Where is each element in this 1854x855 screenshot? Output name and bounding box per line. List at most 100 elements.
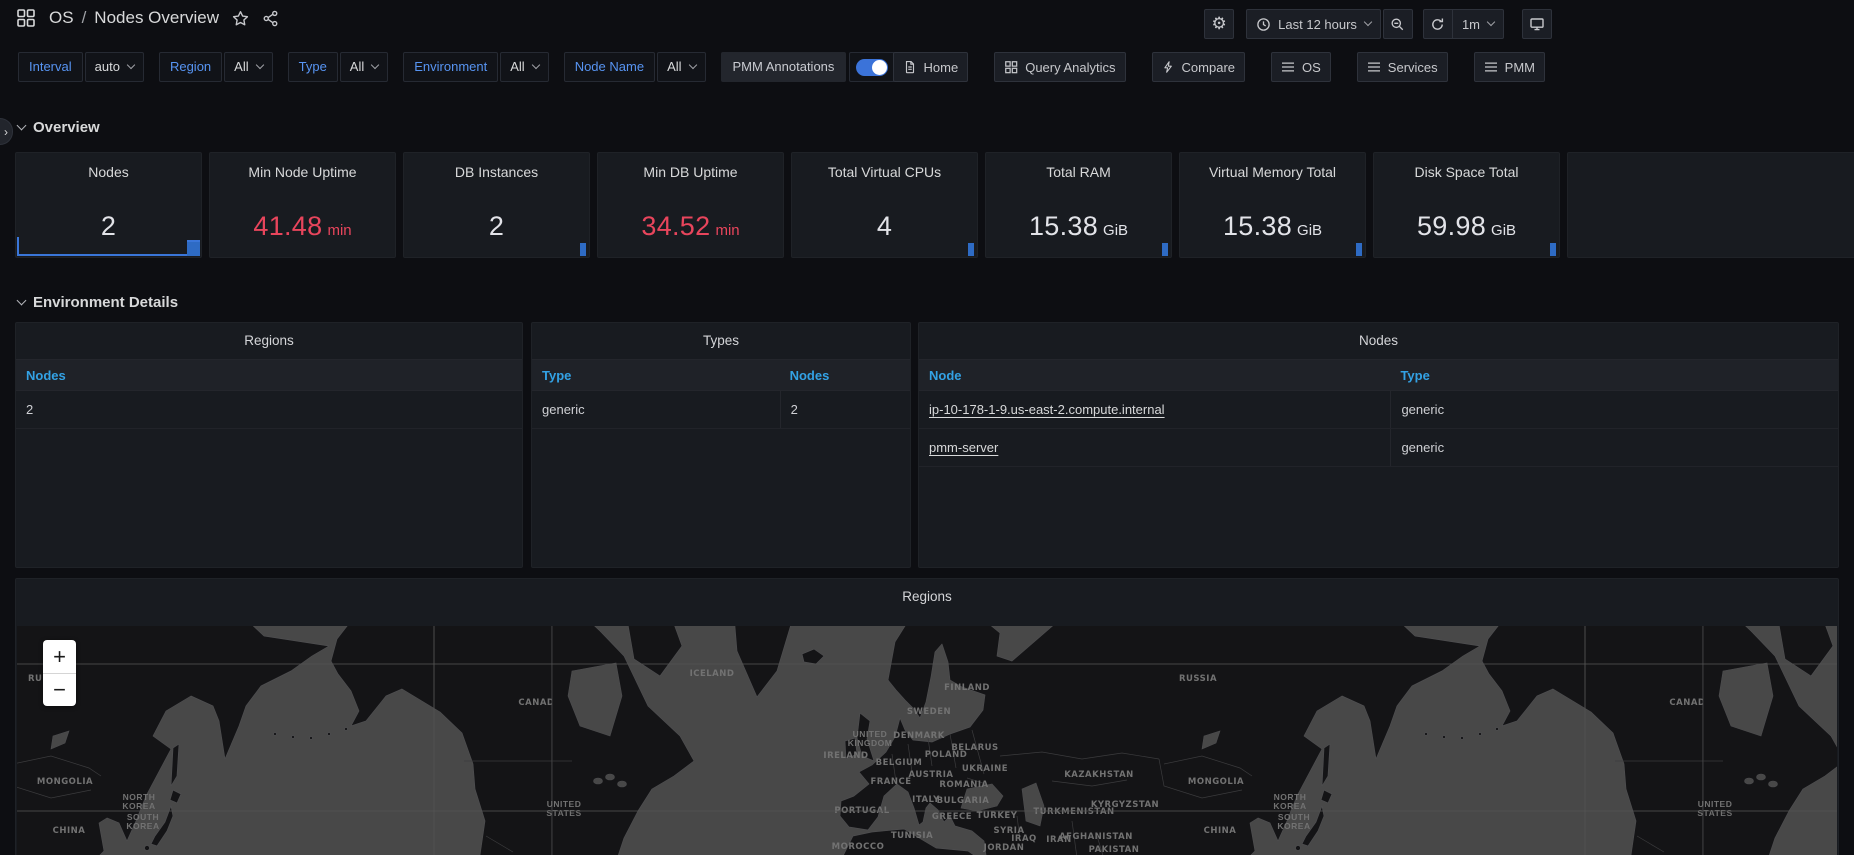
column-header[interactable]: Node bbox=[919, 368, 1390, 383]
cycle-view-mode-button[interactable] bbox=[1522, 9, 1552, 39]
monitor-icon bbox=[1529, 16, 1545, 32]
filter-type: Type All bbox=[288, 52, 389, 82]
section-environment-details[interactable]: Environment Details bbox=[18, 287, 178, 317]
filter-interval: Interval auto bbox=[18, 52, 144, 82]
filter-label: Region bbox=[159, 52, 222, 82]
stat-panel-min-node-uptime: Min Node Uptime 41.48min bbox=[209, 152, 396, 258]
map-panel-regions: Regions bbox=[15, 578, 1839, 855]
breadcrumb-dashboard-title[interactable]: Nodes Overview bbox=[94, 8, 219, 28]
interval-dropdown[interactable]: auto bbox=[85, 52, 144, 82]
world-map-canvas[interactable]: RUSSIAKAZAKHSTANKYRGYZSTANTURKMENISTANAF… bbox=[17, 626, 1837, 855]
node-link[interactable]: pmm-server bbox=[929, 440, 998, 455]
refresh-button[interactable] bbox=[1423, 9, 1453, 39]
environment-dropdown[interactable]: All bbox=[500, 52, 548, 82]
panel-title[interactable]: Total RAM bbox=[986, 164, 1171, 180]
column-header[interactable]: Nodes bbox=[780, 368, 910, 383]
table-header-row: Type Nodes bbox=[532, 359, 910, 391]
link-os[interactable]: OS bbox=[1271, 52, 1331, 82]
panel-title[interactable]: DB Instances bbox=[404, 164, 589, 180]
panel-title[interactable]: Nodes bbox=[919, 323, 1838, 359]
table-row: pmm-server generic bbox=[919, 429, 1838, 467]
time-range-picker[interactable]: Last 12 hours bbox=[1246, 9, 1381, 39]
zoom-in-button[interactable]: + bbox=[43, 640, 76, 673]
panel-title[interactable]: Min Node Uptime bbox=[210, 164, 395, 180]
panel-title[interactable]: Types bbox=[532, 323, 910, 359]
panel-title[interactable]: Regions bbox=[16, 323, 522, 359]
breadcrumb-folder[interactable]: OS bbox=[49, 8, 74, 28]
table-cell: 2 bbox=[780, 391, 910, 428]
chevron-down-icon bbox=[17, 295, 27, 305]
link-query-analytics[interactable]: Query Analytics bbox=[994, 52, 1125, 82]
panel-title[interactable]: Regions bbox=[16, 579, 1838, 615]
refresh-interval-dropdown[interactable]: 1m bbox=[1453, 9, 1504, 39]
time-range-label: Last 12 hours bbox=[1278, 17, 1357, 32]
chevron-down-icon bbox=[688, 61, 696, 69]
share-icon[interactable] bbox=[262, 10, 279, 27]
table-cell: ip-10-178-1-9.us-east-2.compute.internal bbox=[919, 391, 1390, 428]
dashboard-links: Home Query Analytics Compare OS bbox=[893, 52, 1545, 82]
table-cell: 2 bbox=[16, 391, 522, 428]
region-dropdown[interactable]: All bbox=[224, 52, 272, 82]
toggle-switch bbox=[856, 59, 888, 76]
node-link[interactable]: ip-10-178-1-9.us-east-2.compute.internal bbox=[929, 402, 1165, 417]
sparkline bbox=[1356, 243, 1362, 256]
stat-value: 15.38GiB bbox=[986, 211, 1171, 242]
clock-icon bbox=[1256, 17, 1271, 32]
link-compare[interactable]: Compare bbox=[1152, 52, 1245, 82]
stat-value: 2 bbox=[16, 211, 201, 242]
stat-panel-min-db-uptime: Min DB Uptime 34.52min bbox=[597, 152, 784, 258]
panel-title[interactable]: Nodes bbox=[16, 164, 201, 180]
chevron-down-icon bbox=[531, 61, 539, 69]
panel-title[interactable]: Total Virtual CPUs bbox=[792, 164, 977, 180]
type-dropdown[interactable]: All bbox=[340, 52, 388, 82]
sidebar-expand-tab[interactable]: › bbox=[0, 118, 13, 145]
pmm-annotations-toggle[interactable] bbox=[849, 52, 895, 82]
stat-panel-db-instances: DB Instances 2 bbox=[403, 152, 590, 258]
link-pmm[interactable]: PMM bbox=[1474, 52, 1545, 82]
sparkline bbox=[1550, 243, 1556, 256]
stat-value: 4 bbox=[792, 211, 977, 242]
filter-environment: Environment All bbox=[403, 52, 548, 82]
section-overview[interactable]: Overview bbox=[18, 112, 100, 142]
table-header-row: Nodes bbox=[16, 359, 522, 391]
sparkline bbox=[1162, 243, 1168, 256]
table-row: ip-10-178-1-9.us-east-2.compute.internal… bbox=[919, 391, 1838, 429]
zoom-out-button[interactable]: − bbox=[43, 673, 76, 706]
column-header[interactable]: Type bbox=[1390, 368, 1838, 383]
apps-grid-icon[interactable] bbox=[16, 8, 36, 28]
stat-panel-total-virtual-cpus: Total Virtual CPUs 4 bbox=[791, 152, 978, 258]
refresh-interval-label: 1m bbox=[1462, 17, 1480, 32]
link-home[interactable]: Home bbox=[893, 52, 969, 82]
chevron-down-icon bbox=[127, 61, 135, 69]
filter-label: Node Name bbox=[564, 52, 655, 82]
table-cell: generic bbox=[1390, 429, 1838, 466]
breadcrumb[interactable]: OS / Nodes Overview bbox=[49, 8, 219, 28]
top-nav: OS / Nodes Overview ⚙ bbox=[0, 0, 1854, 46]
sparkline bbox=[17, 254, 200, 256]
panel-title[interactable]: Disk Space Total bbox=[1374, 164, 1559, 180]
chevron-down-icon bbox=[17, 120, 27, 130]
sparkline bbox=[187, 240, 200, 256]
filter-label: Type bbox=[288, 52, 338, 82]
filter-region: Region All bbox=[159, 52, 273, 82]
bolt-icon bbox=[1162, 60, 1175, 74]
column-header[interactable]: Type bbox=[532, 368, 780, 383]
table-cell: generic bbox=[532, 391, 780, 428]
dashboard-settings-button[interactable]: ⚙ bbox=[1204, 9, 1234, 39]
table-cell: generic bbox=[1390, 391, 1838, 428]
table-row: 2 bbox=[16, 391, 522, 429]
column-header[interactable]: Nodes bbox=[16, 368, 522, 383]
stat-value: 59.98GiB bbox=[1374, 211, 1559, 242]
chevron-down-icon bbox=[255, 61, 263, 69]
refresh-icon bbox=[1430, 17, 1445, 32]
star-icon[interactable] bbox=[232, 10, 249, 27]
chevron-down-icon bbox=[1487, 18, 1495, 26]
panel-title[interactable]: Min DB Uptime bbox=[598, 164, 783, 180]
link-services[interactable]: Services bbox=[1357, 52, 1448, 82]
grid-icon bbox=[1004, 60, 1018, 74]
map-zoom-control: + − bbox=[43, 640, 76, 706]
chevron-right-icon: › bbox=[4, 125, 8, 139]
panel-title[interactable]: Virtual Memory Total bbox=[1180, 164, 1365, 180]
zoom-out-time-button[interactable] bbox=[1383, 9, 1413, 39]
node-name-dropdown[interactable]: All bbox=[657, 52, 705, 82]
